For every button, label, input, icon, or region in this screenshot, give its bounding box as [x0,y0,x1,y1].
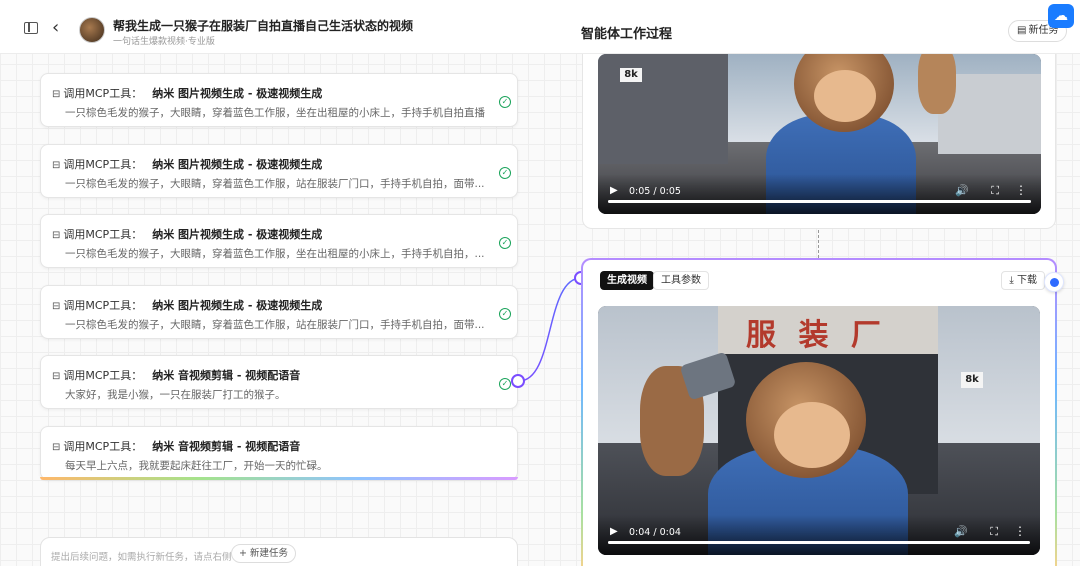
flow-dashed-link [818,230,819,258]
step-header: ⊟ 调用MCP工具： 纳米 音视频剪辑 - 视频配语音 [52,367,300,383]
download-icon: ⤓ [1009,275,1017,286]
task-title: 帮我生成一只猴子在服装厂自拍直播自己生活状态的视频 [113,19,414,33]
step-description: 一只棕色毛发的猴子，大眼睛，穿着蓝色工作服，站在服装厂门口，手持手机自拍，面带.… [65,319,485,331]
play-icon[interactable]: ▶ [610,185,618,196]
step-description: 一只棕色毛发的猴子，大眼睛，穿着蓝色工作服，坐在出租屋的小床上，手持手机自拍，.… [65,248,485,260]
check-icon: ✓ [499,96,511,108]
more-options-icon[interactable]: ⋮ [1015,183,1027,197]
video-progress-bar[interactable] [608,541,1030,544]
tab-tool-params[interactable]: 工具参数 [653,271,709,290]
step-description: 每天早上六点，我就要起床赶往工厂，开始一天的忙碌。 [65,460,328,472]
step-header: ⊟ 调用MCP工具： 纳米 图片视频生成 - 极速视频生成 [52,226,322,242]
step-card[interactable]: ⊟ 调用MCP工具： 纳米 图片视频生成 - 极速视频生成 一只棕色毛发的猴子，大眼… [40,214,518,268]
check-icon: ✓ [499,167,511,179]
step-prefix: 调用MCP工具： [63,158,143,171]
fullscreen-icon[interactable]: ⛶ [991,184,999,198]
step-header: ⊟ 调用MCP工具： 纳米 图片视频生成 - 极速视频生成 [52,85,322,101]
video-progress-bar[interactable] [608,200,1031,203]
video-time: 0:05 / 0:05 [629,186,681,197]
more-options-icon[interactable]: ⋮ [1014,524,1026,538]
volume-icon[interactable]: 🔊 [955,184,969,197]
fullscreen-icon[interactable]: ⛶ [990,525,998,539]
check-icon: ✓ [499,237,511,249]
step-card[interactable]: ⊟ 调用MCP工具： 纳米 图片视频生成 - 极速视频生成 一只棕色毛发的猴子，大眼… [40,285,518,339]
step-card[interactable]: ⊟ 调用MCP工具： 纳米 图片视频生成 - 极速视频生成 一只棕色毛发的猴子，大眼… [40,73,518,127]
generated-video-card: 生成视频 工具参数 ⤓ 下载 服 装 厂 8k ▶ 0:04 / 0:04 🔊 … [581,258,1057,566]
input-placeholder: 提出后续问题，如需执行新任务，请点右侧 [51,552,232,563]
toolbox-icon: ⊟ [52,89,61,100]
video-player[interactable]: 服 装 厂 8k ▶ 0:04 / 0:04 🔊 ⛶ ⋮ [598,306,1040,555]
toolbox-icon: ⊟ [52,442,61,453]
tool-name: 纳米 图片视频生成 - 极速视频生成 [152,158,323,171]
step-prefix: 调用MCP工具： [63,299,143,312]
step-description: 一只棕色毛发的猴子，大眼睛，穿着蓝色工作服，站在服装厂门口，手持手机自拍，面带.… [65,178,485,190]
followup-input[interactable]: 提出后续问题，如需执行新任务，请点右侧 + 新建任务 [40,537,518,566]
previous-video-card: 8k ▶ 0:05 / 0:05 🔊 ⛶ ⋮ [582,54,1056,229]
step-header: ⊟ 调用MCP工具： 纳米 音视频剪辑 - 视频配语音 [52,438,300,454]
new-task-chip-button[interactable]: + 新建任务 [231,544,296,563]
toolbox-icon: ⊟ [52,160,61,171]
step-prefix: 调用MCP工具： [63,87,143,100]
video-controls: ▶ 0:04 / 0:04 🔊 ⛶ ⋮ [598,515,1040,555]
step-card[interactable]: ⊟ 调用MCP工具： 纳米 图片视频生成 - 极速视频生成 一只棕色毛发的猴子，大眼… [40,144,518,198]
sidebar-toggle-icon[interactable] [24,22,38,34]
factory-sign: 服 装 厂 [746,318,887,353]
document-icon: ▤ [1017,25,1027,36]
step-description: 一只棕色毛发的猴子，大眼睛，穿着蓝色工作服，坐在出租屋的小床上，手持手机自拍直播 [65,107,485,119]
video-time: 0:04 / 0:04 [629,527,681,538]
tool-name: 纳米 音视频剪辑 - 视频配语音 [152,369,301,382]
toolbox-icon: ⊟ [52,371,61,382]
back-arrow-icon[interactable]: ‹ [52,19,68,37]
step-prefix: 调用MCP工具： [63,228,143,241]
tool-name: 纳米 图片视频生成 - 极速视频生成 [152,299,323,312]
panel-title: 智能体工作过程 [581,27,673,42]
step-prefix: 调用MCP工具： [63,440,143,453]
toolbox-icon: ⊟ [52,301,61,312]
volume-icon[interactable]: 🔊 [954,525,968,538]
assistant-badge-icon[interactable] [1044,272,1064,292]
store-sign: 8k [620,68,642,82]
tab-generated-video[interactable]: 生成视频 [600,271,654,290]
step-header: ⊟ 调用MCP工具： 纳米 图片视频生成 - 极速视频生成 [52,156,322,172]
tool-name: 纳米 图片视频生成 - 极速视频生成 [152,228,323,241]
download-button[interactable]: ⤓ 下载 [1001,271,1045,290]
avatar [79,17,105,43]
active-step-gradient-bar [40,477,518,480]
top-header: ‹ 帮我生成一只猴子在服装厂自拍直播自己生活状态的视频 一句话生爆款视频·专业版… [0,0,1080,54]
step-card[interactable]: ⊟ 调用MCP工具： 纳米 音视频剪辑 - 视频配语音 每天早上六点，我就要起床赶往… [40,426,518,480]
download-label: 下载 [1017,275,1037,286]
video-player[interactable]: 8k ▶ 0:05 / 0:05 🔊 ⛶ ⋮ [598,54,1041,214]
video-controls: ▶ 0:05 / 0:05 🔊 ⛶ ⋮ [598,174,1041,214]
play-icon[interactable]: ▶ [610,526,618,537]
step-prefix: 调用MCP工具： [63,369,143,382]
cloud-icon[interactable]: ☁ [1048,4,1074,28]
task-subtitle: 一句话生爆款视频·专业版 [113,37,215,47]
tool-name: 纳米 图片视频生成 - 极速视频生成 [152,87,323,100]
toolbox-icon: ⊟ [52,230,61,241]
step-header: ⊟ 调用MCP工具： 纳米 图片视频生成 - 极速视频生成 [52,297,322,313]
step-description: 大家好，我是小猴，一只在服装厂打工的猴子。 [65,389,286,401]
step-card[interactable]: ⊟ 调用MCP工具： 纳米 音视频剪辑 - 视频配语音 大家好，我是小猴，一只在服装… [40,355,518,409]
store-sign: 8k [961,372,983,388]
connector-node-dot [511,374,525,388]
tool-name: 纳米 音视频剪辑 - 视频配语音 [152,440,301,453]
